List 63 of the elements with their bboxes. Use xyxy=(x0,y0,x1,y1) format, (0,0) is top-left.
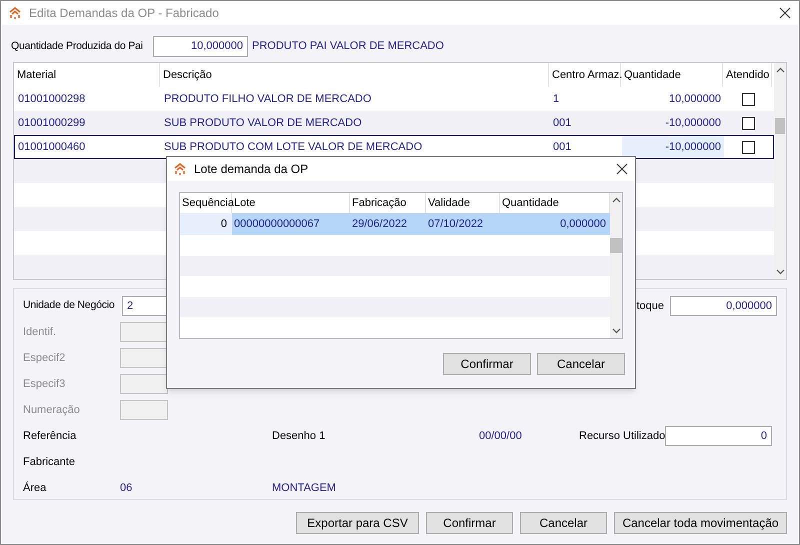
scrollbar[interactable] xyxy=(610,193,622,338)
dialog-button[interactable]: Confirmar xyxy=(443,353,531,375)
resource-field[interactable]: 0 xyxy=(665,426,772,446)
field-label: Fabricante xyxy=(23,454,75,470)
area-code: 06 xyxy=(120,480,134,496)
field-label: Recurso Utilizado xyxy=(579,428,665,444)
table-cell-text: 001 xyxy=(552,140,572,155)
table-cell-text: 10,000000 xyxy=(668,92,722,107)
table-cell-text: SUB PRODUTO VALOR DE MERCADO xyxy=(163,116,363,131)
table-cell-text: 07/10/2022 xyxy=(427,216,484,232)
table-cell-text: 01001000299 xyxy=(17,116,86,131)
field-label: Identif. xyxy=(23,324,58,340)
confirm-button[interactable]: Confirmar xyxy=(426,512,513,534)
field-label: Unidade de Negócio xyxy=(23,298,116,314)
table-row[interactable]: 01001000299 SUB PRODUTO VALOR DE MERCADO 001 -10,000000 xyxy=(14,111,774,135)
scroll-down-icon[interactable] xyxy=(776,269,784,275)
field-label: Quantidade Produzida do Pai xyxy=(11,38,144,54)
field-label: Especif2 xyxy=(23,350,66,366)
table-cell-text: PRODUTO FILHO VALOR DE MERCADO xyxy=(163,92,372,107)
table-cell-text: 0,000000 xyxy=(559,216,607,232)
scroll-down-icon[interactable] xyxy=(612,328,620,334)
checkbox[interactable] xyxy=(742,140,755,154)
product-name: PRODUTO PAI VALOR DE MERCADO xyxy=(252,39,444,54)
dialog-title: Lote demanda da OP xyxy=(194,161,310,178)
field-label: Referência xyxy=(23,428,78,444)
field-label: toque xyxy=(636,298,664,314)
table-row[interactable]: 01001000460 SUB PRODUTO COM LOTE VALOR DE MERCADO 001 -10,000000 xyxy=(14,135,774,159)
scrollbar[interactable] xyxy=(774,63,786,279)
field-label: Desenho 1 xyxy=(272,428,326,444)
table-cell-text: 29/06/2022 xyxy=(351,216,408,232)
table-row[interactable]: 0 00000000000067 29/06/2022 07/10/2022 0,000000 xyxy=(180,213,610,235)
field-label: Numeração xyxy=(23,402,81,418)
close-icon[interactable] xyxy=(616,163,628,175)
scroll-thumb[interactable] xyxy=(610,238,622,253)
business-unit-field[interactable]: 2 xyxy=(122,296,168,316)
cancel-all-button[interactable]: Cancelar toda movimentação xyxy=(614,512,787,534)
table-cell-text: -10,000000 xyxy=(664,116,722,131)
checkbox[interactable] xyxy=(742,116,755,130)
scroll-thumb[interactable] xyxy=(775,118,785,134)
dialog-button[interactable]: Cancelar xyxy=(537,353,625,375)
area-name: MONTAGEM xyxy=(272,480,336,496)
table-cell-text: 01001000298 xyxy=(17,92,86,107)
app-logo-icon xyxy=(9,7,21,19)
field-label: Especif3 xyxy=(23,376,66,392)
table-cell-text: 001 xyxy=(552,116,572,131)
table-cell-text: 1 xyxy=(552,92,560,107)
field-label: Área xyxy=(23,480,48,496)
close-icon[interactable] xyxy=(779,7,791,19)
sequence-field[interactable]: 0 xyxy=(180,213,232,235)
checkbox[interactable] xyxy=(742,92,755,106)
table-cell: -10,000000 xyxy=(622,136,724,158)
scroll-up-icon[interactable] xyxy=(612,197,620,203)
table-cell-text: SUB PRODUTO COM LOTE VALOR DE MERCADO xyxy=(163,140,424,155)
table-cell-text: 00000000000067 xyxy=(233,216,321,232)
cancel-button[interactable]: Cancelar xyxy=(520,512,607,534)
app-logo-icon xyxy=(174,163,186,175)
export-csv-button[interactable]: Exportar para CSV xyxy=(296,512,419,534)
scroll-up-icon[interactable] xyxy=(776,67,784,73)
drawing-date: 00/00/00 xyxy=(479,428,523,444)
window-title: Edita Demandas da OP - Fabricado xyxy=(29,5,220,22)
parent-quantity-field[interactable]: 10,000000 xyxy=(153,36,248,57)
stock-field[interactable]: 0,000000 xyxy=(670,296,777,316)
table-cell-text: 01001000460 xyxy=(17,140,86,155)
